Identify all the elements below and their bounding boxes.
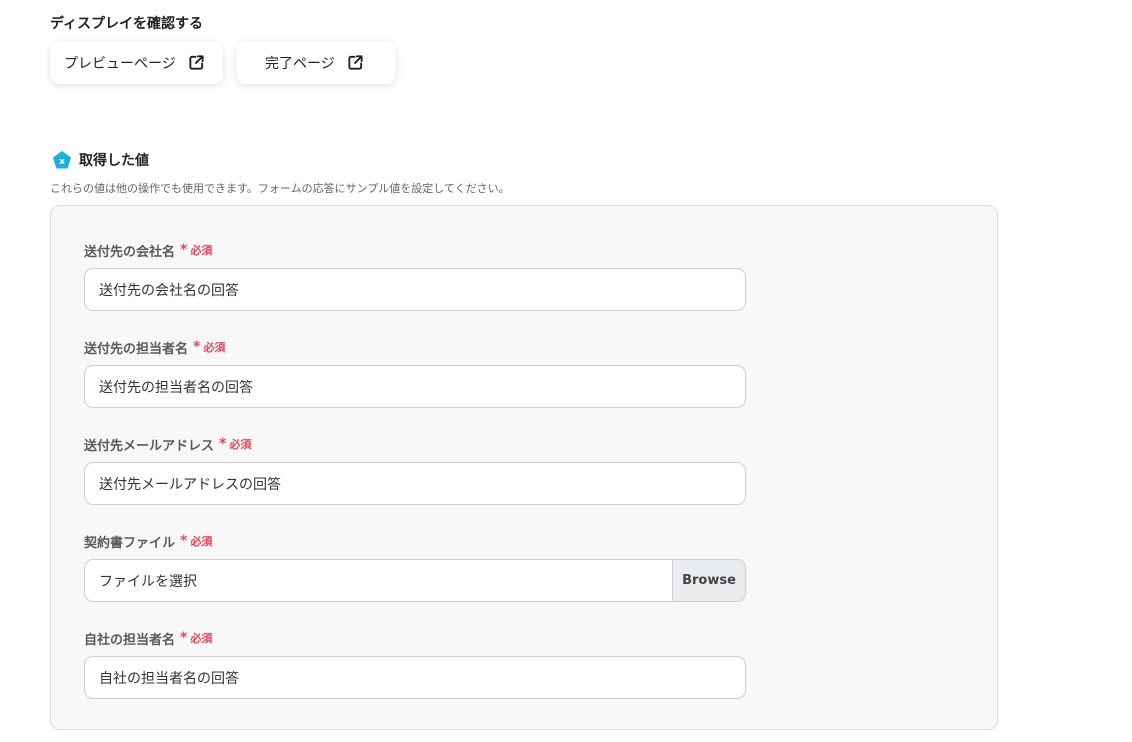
sample-values-panel: 送付先の会社名 * 必須 送付先の担当者名 * 必須 送付先メールアドレス * … — [50, 205, 998, 730]
external-link-icon — [189, 55, 204, 70]
required-asterisk: * — [180, 630, 188, 646]
required-badge: 必須 — [229, 438, 252, 451]
pentagon-x-icon: x — [53, 151, 71, 169]
external-link-icon — [348, 55, 363, 70]
required-badge: 必須 — [190, 244, 213, 257]
required-asterisk: * — [219, 436, 227, 452]
field-recipient-email: 送付先メールアドレス * 必須 — [84, 435, 746, 505]
field-own-contact: 自社の担当者名 * 必須 — [84, 629, 746, 699]
field-label: 自社の担当者名 * 必須 — [84, 629, 746, 648]
section-title: 取得した値 — [79, 153, 149, 169]
required-asterisk: * — [180, 533, 188, 549]
field-label-text: 契約書ファイル — [84, 535, 176, 551]
field-recipient-contact: 送付先の担当者名 * 必須 — [84, 338, 746, 408]
preview-page-button[interactable]: プレビューページ — [50, 41, 223, 84]
field-label-text: 送付先の会社名 — [84, 244, 176, 260]
display-buttons: プレビューページ 完了ページ — [50, 41, 396, 84]
field-contract-file: 契約書ファイル * 必須 ファイルを選択 Browse — [84, 532, 746, 602]
display-section-title: ディスプレイを確認する — [50, 16, 204, 32]
recipient-contact-input[interactable] — [84, 365, 746, 408]
contract-file-input: ファイルを選択 Browse — [84, 559, 746, 602]
file-select-label[interactable]: ファイルを選択 — [85, 560, 672, 601]
field-label-text: 送付先メールアドレス — [84, 438, 215, 454]
section-description: これらの値は他の操作でも使用できます。フォームの応答にサンプル値を設定してくださ… — [50, 182, 510, 195]
field-label-text: 送付先の担当者名 — [84, 341, 189, 357]
browse-button[interactable]: Browse — [672, 560, 745, 601]
acquired-values-header: x 取得した値 — [52, 150, 149, 170]
required-asterisk: * — [180, 242, 188, 258]
recipient-company-input[interactable] — [84, 268, 746, 311]
field-recipient-company: 送付先の会社名 * 必須 — [84, 241, 746, 311]
complete-page-button[interactable]: 完了ページ — [236, 41, 396, 84]
own-contact-input[interactable] — [84, 656, 746, 699]
field-label: 送付先の担当者名 * 必須 — [84, 338, 746, 357]
complete-page-label: 完了ページ — [265, 55, 335, 72]
field-label: 契約書ファイル * 必須 — [84, 532, 746, 551]
recipient-email-input[interactable] — [84, 462, 746, 505]
svg-text:x: x — [59, 157, 65, 167]
required-asterisk: * — [193, 339, 201, 355]
preview-page-label: プレビューページ — [64, 55, 176, 72]
required-badge: 必須 — [203, 341, 226, 354]
field-label: 送付先の会社名 * 必須 — [84, 241, 746, 260]
page: ディスプレイを確認する プレビューページ 完了ページ x 取得した値 これらの値… — [0, 0, 1132, 742]
field-label: 送付先メールアドレス * 必須 — [84, 435, 746, 454]
required-badge: 必須 — [190, 632, 213, 645]
field-label-text: 自社の担当者名 — [84, 632, 176, 648]
required-badge: 必須 — [190, 535, 213, 548]
